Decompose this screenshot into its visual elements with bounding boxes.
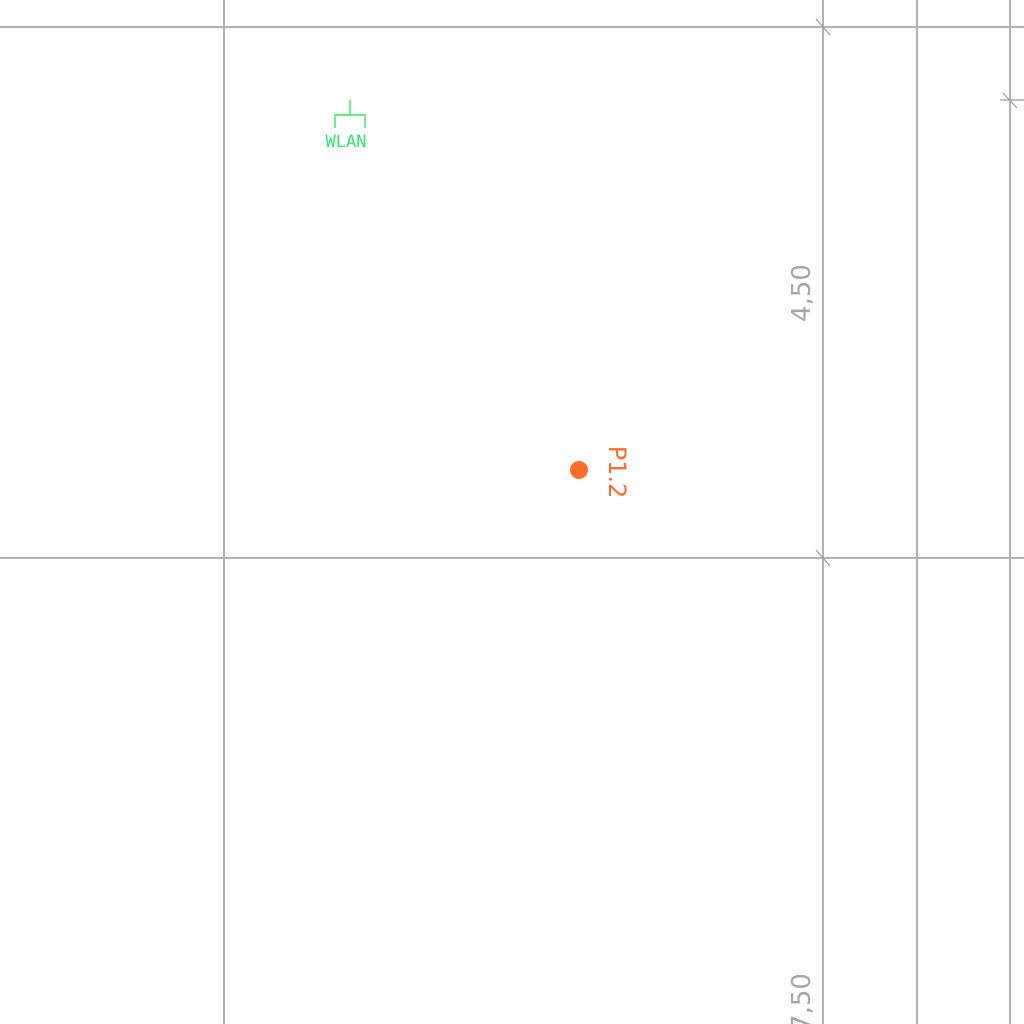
measurement-point-marker[interactable] (570, 461, 588, 479)
measurement-point-label: P1.2 (603, 446, 631, 499)
dimension-label-lower: 7,50 (787, 973, 817, 1024)
wlan-label: WLAN (326, 132, 367, 152)
dimension-label-upper: 4,50 (787, 264, 817, 322)
network-jack-icon (334, 100, 366, 128)
floor-plan-canvas: 4,50 7,50 WLAN P1.2 (0, 0, 1024, 1024)
